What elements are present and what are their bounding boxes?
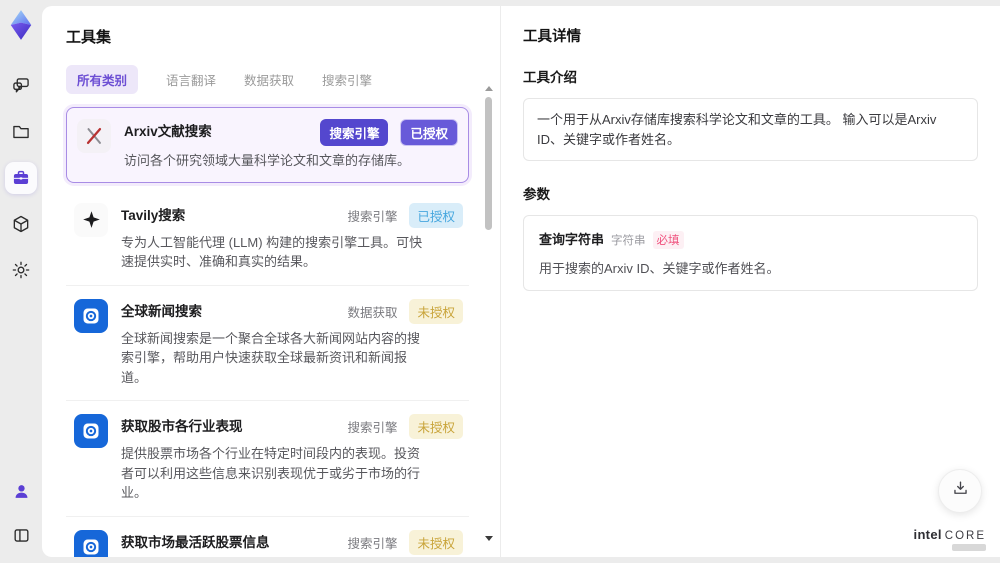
panel-toggle-icon[interactable] [5,519,37,551]
tool-name: 获取市场最活跃股票信息 [121,534,270,550]
tool-category-tag: 数据获取 [347,305,398,320]
diamond-logo-icon[interactable] [6,8,36,42]
tool-description: 访问各个研究领域大量科学论文和文章的存储库。 [124,153,411,168]
list-scrollbar[interactable] [484,86,494,547]
tool-auth-badge: 未授权 [409,529,463,555]
tool-auth-badge: 已授权 [400,119,458,146]
global-news-icon [74,529,108,557]
page-title: 工具集 [66,29,112,46]
tool-name: Tavily搜索 [121,207,186,223]
tool-auth-badge: 已授权 [409,202,463,228]
param-description: 用于搜索的Arxiv ID、关键字或作者姓名。 [539,261,780,276]
tool-category-tag: 搜索引擎 [347,209,398,224]
tab-1[interactable]: 语言翻译 [166,65,216,94]
scroll-up-icon[interactable] [485,86,493,91]
global-news-icon [74,414,108,448]
tool-name: 获取股市各行业表现 [121,419,243,434]
tool-auth-badge: 未授权 [409,298,463,324]
tab-3[interactable]: 搜索引擎 [322,65,372,94]
download-icon [951,479,970,503]
category-tabs: 所有类别 语言翻译 数据获取 搜索引擎 [66,65,469,94]
tool-category-tag: 搜索引擎 [320,119,389,146]
param-card: 查询字符串 字符串 必填 用于搜索的Arxiv ID、关键字或作者姓名。 [523,215,978,291]
params-heading: 参数 [523,187,550,202]
tool-list-panel: 工具集 所有类别 语言翻译 数据获取 搜索引擎 Arxiv文献搜索 搜索引擎 已授权 … [42,6,501,557]
panel-divider [500,6,501,557]
global-news-icon [74,298,108,333]
param-name: 查询字符串 [539,232,605,247]
tool-detail-panel: 工具详情 工具介绍 一个用于从Arxiv存储库搜索科学论文和文章的工具。 输入可… [501,6,1000,557]
tool-name: Arxiv文献搜索 [124,124,212,139]
intro-heading: 工具介绍 [523,70,577,85]
tool-category-tag: 搜索引擎 [347,536,398,551]
scrollbar-thumb[interactable] [485,97,492,230]
tool-name: 全球新闻搜索 [121,303,202,319]
tool-auth-badge: 未授权 [409,414,463,439]
detail-title: 工具详情 [523,29,581,45]
tool-description: 全球新闻搜索是一个聚合全球各大新闻网站内容的搜索引擎，帮助用户快速获取全球最新资… [121,330,421,385]
brand-sub-mark [952,544,986,551]
settings-icon[interactable] [5,254,37,286]
intel-core-logo: intel CORE [914,527,986,551]
left-icon-rail [0,0,42,563]
tool-list-item[interactable]: 全球新闻搜索 数据获取 未授权 全球新闻搜索是一个聚合全球各大新闻网站内容的搜索… [66,286,469,401]
toolbox-icon[interactable] [5,162,37,194]
tool-list-item[interactable]: 获取股市各行业表现 搜索引擎 未授权 提供股票市场各个行业在特定时间段内的表现。… [66,401,469,517]
param-required-badge: 必填 [652,231,684,249]
folder-icon[interactable] [5,116,37,148]
download-button[interactable] [938,469,982,513]
brand-core: CORE [944,530,986,542]
tool-list: Arxiv文献搜索 搜索引擎 已授权 访问各个研究领域大量科学论文和文章的存储库… [66,107,469,557]
scroll-down-icon[interactable] [485,536,493,541]
brand-intel: intel [913,527,942,542]
tool-list-item[interactable]: 获取市场最活跃股票信息 搜索引擎 未授权 提供当天交易量最高的股票列表，投资者可… [66,517,469,557]
package-icon[interactable] [5,208,37,240]
user-icon[interactable] [5,475,37,507]
tool-category-tag: 搜索引擎 [347,421,398,435]
tool-description: 专为人工智能代理 (LLM) 构建的搜索引擎工具。可快速提供实时、准确和真实的结… [121,234,423,270]
tool-list-item[interactable]: Arxiv文献搜索 搜索引擎 已授权 访问各个研究领域大量科学论文和文章的存储库… [66,107,469,183]
tab-0[interactable]: 所有类别 [66,65,139,94]
tab-2[interactable]: 数据获取 [244,65,294,94]
param-type: 字符串 [611,235,646,247]
arxiv-logo-icon [77,119,111,153]
tool-description: 提供股票市场各个行业在特定时间段内的表现。投资者可以利用这些信息来识别表现优于或… [121,446,421,500]
tool-intro-card: 一个用于从Arxiv存储库搜索科学论文和文章的工具。 输入可以是Arxiv ID… [523,98,978,161]
chat-icon[interactable] [5,70,37,102]
tool-list-item[interactable]: Tavily搜索 搜索引擎 已授权 专为人工智能代理 (LLM) 构建的搜索引擎… [66,190,469,286]
tavily-star-icon [74,202,108,237]
